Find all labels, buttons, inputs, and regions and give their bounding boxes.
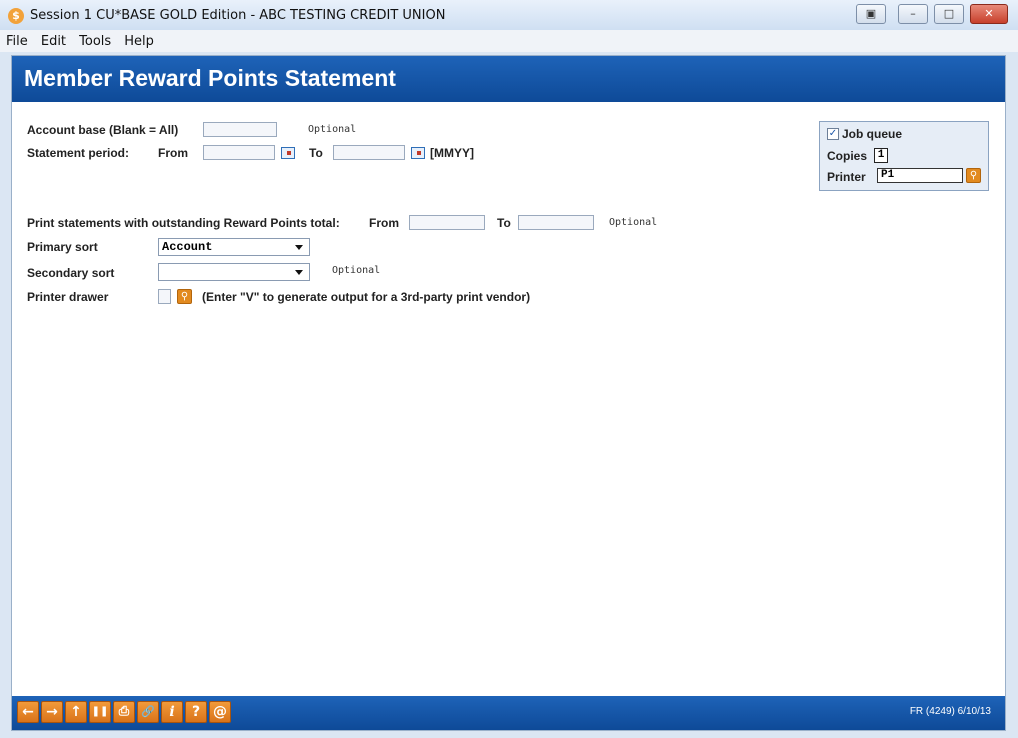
printer-drawer-lookup-icon[interactable]: ⚲ [177, 289, 192, 304]
calendar-from-icon[interactable] [281, 147, 295, 159]
printer-drawer-note: (Enter "V" to generate output for a 3rd-… [202, 290, 531, 304]
link-icon[interactable]: 🔗 [137, 701, 159, 723]
printer-input[interactable]: P1 [877, 168, 963, 183]
secondary-sort-select[interactable] [158, 263, 310, 281]
help-icon[interactable]: ? [185, 701, 207, 723]
forward-arrow-icon[interactable]: → [41, 701, 63, 723]
title-bar: $ Session 1 CU*BASE GOLD Edition - ABC T… [0, 0, 1018, 31]
outstanding-from-input[interactable] [409, 215, 485, 230]
job-options-box: ✓ Job queue Copies 1 Printer P1 ⚲ [819, 121, 989, 191]
back-arrow-icon[interactable]: ← [17, 701, 39, 723]
secondary-sort-hint: Optional [332, 265, 381, 276]
primary-sort-label: Primary sort [27, 240, 98, 254]
period-from-input[interactable] [203, 145, 275, 160]
email-icon[interactable]: @ [209, 701, 231, 723]
page-title: Member Reward Points Statement [24, 65, 396, 91]
date-format-label: [MMYY] [430, 146, 474, 160]
app-icon: $ [8, 8, 24, 24]
account-base-hint: Optional [308, 124, 357, 135]
job-queue-checkbox[interactable]: ✓ [827, 128, 839, 140]
printer-drawer-label: Printer drawer [27, 290, 109, 304]
pause-icon[interactable]: ❚❚ [89, 701, 111, 723]
info-icon[interactable]: i [161, 701, 183, 723]
print-icon[interactable]: ⎙ [113, 701, 135, 723]
page-header: Member Reward Points Statement [12, 56, 1005, 102]
menu-tools[interactable]: Tools [73, 31, 113, 49]
secondary-sort-label: Secondary sort [27, 266, 115, 280]
menu-file[interactable]: File [0, 31, 30, 49]
printer-label: Printer [827, 170, 866, 184]
printer-drawer-input[interactable] [158, 289, 171, 304]
maximize-button[interactable]: □ [934, 4, 964, 24]
account-base-input[interactable] [203, 122, 277, 137]
menu-edit[interactable]: Edit [35, 31, 68, 49]
statement-period-label: Statement period: [27, 146, 130, 160]
outstanding-points-label: Print statements with outstanding Reward… [27, 216, 340, 230]
primary-sort-select[interactable]: Account [158, 238, 310, 256]
calendar-to-icon[interactable] [411, 147, 425, 159]
outstanding-to-input[interactable] [518, 215, 594, 230]
account-base-label: Account base (Blank = All) [27, 123, 179, 137]
screen-code: FR (4249) 6/10/13 [909, 706, 991, 717]
copies-input[interactable]: 1 [874, 148, 888, 163]
chevron-down-icon [295, 270, 303, 275]
outstanding-hint: Optional [609, 217, 658, 228]
bottom-toolbar: ← → ↑ ❚❚ ⎙ 🔗 i ? @ FR (4249) 6/10/13 [12, 696, 1005, 730]
period-to-input[interactable] [333, 145, 405, 160]
outstanding-to-label: To [497, 216, 511, 230]
up-arrow-icon[interactable]: ↑ [65, 701, 87, 723]
restore-window-button[interactable]: ▣ [856, 4, 886, 24]
from-label: From [158, 146, 188, 160]
copies-label: Copies [827, 149, 868, 163]
to-label: To [309, 146, 323, 160]
outstanding-from-label: From [369, 216, 399, 230]
job-queue-label: Job queue [842, 127, 903, 141]
menu-bar: File Edit Tools Help [0, 30, 1018, 52]
chevron-down-icon [295, 245, 303, 250]
printer-lookup-icon[interactable]: ⚲ [966, 168, 981, 183]
primary-sort-value: Account [162, 240, 213, 254]
menu-help[interactable]: Help [118, 31, 156, 49]
minimize-button[interactable]: – [898, 4, 928, 24]
window-title: Session 1 CU*BASE GOLD Edition - ABC TES… [30, 8, 446, 23]
close-button[interactable]: ✕ [970, 4, 1008, 24]
main-panel: Member Reward Points Statement Account b… [11, 55, 1006, 731]
